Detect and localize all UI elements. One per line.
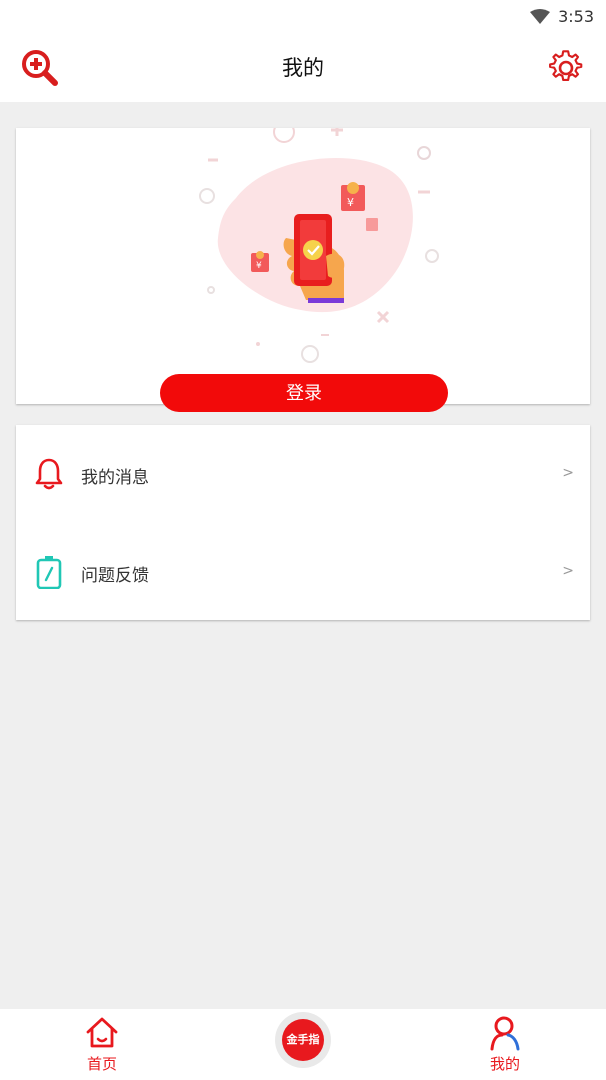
feedback-pencil-icon [36,556,62,589]
settings-button[interactable] [546,48,586,88]
login-button[interactable]: 登录 [160,374,448,412]
chevron-right-icon: > [562,563,574,579]
status-bar: 3:53 [0,0,606,34]
tab-label: 我的 [489,1055,520,1073]
login-card: ¥ ¥ [16,128,590,404]
gear-icon [549,50,583,82]
bell-icon [35,458,63,490]
tab-me[interactable]: 我的 [463,1009,547,1080]
tab-label: 首页 [86,1055,117,1073]
svg-text:¥: ¥ [256,261,262,271]
menu-item-messages[interactable]: 我的消息 > [16,425,590,522]
person-icon [490,1016,520,1051]
menu-item-label: 问题反馈 [81,566,149,586]
app-header: 我的 [0,34,606,102]
wifi-icon [530,9,550,24]
menu-card: 我的消息 > 问题反馈 > [16,425,590,620]
phone-red-envelope-illustration: ¥ ¥ [199,128,439,363]
menu-item-feedback[interactable]: 问题反馈 > [16,523,590,620]
tab-home[interactable]: 首页 [60,1009,144,1080]
center-logo-text: 金手指 [282,1019,324,1061]
svg-text:¥: ¥ [347,196,354,209]
center-logo-button[interactable]: 金手指 [275,1012,331,1068]
home-icon [86,1017,118,1048]
menu-item-label: 我的消息 [81,468,149,488]
chevron-right-icon: > [562,465,574,481]
status-time: 3:53 [558,7,594,26]
page-title: 我的 [282,56,324,80]
